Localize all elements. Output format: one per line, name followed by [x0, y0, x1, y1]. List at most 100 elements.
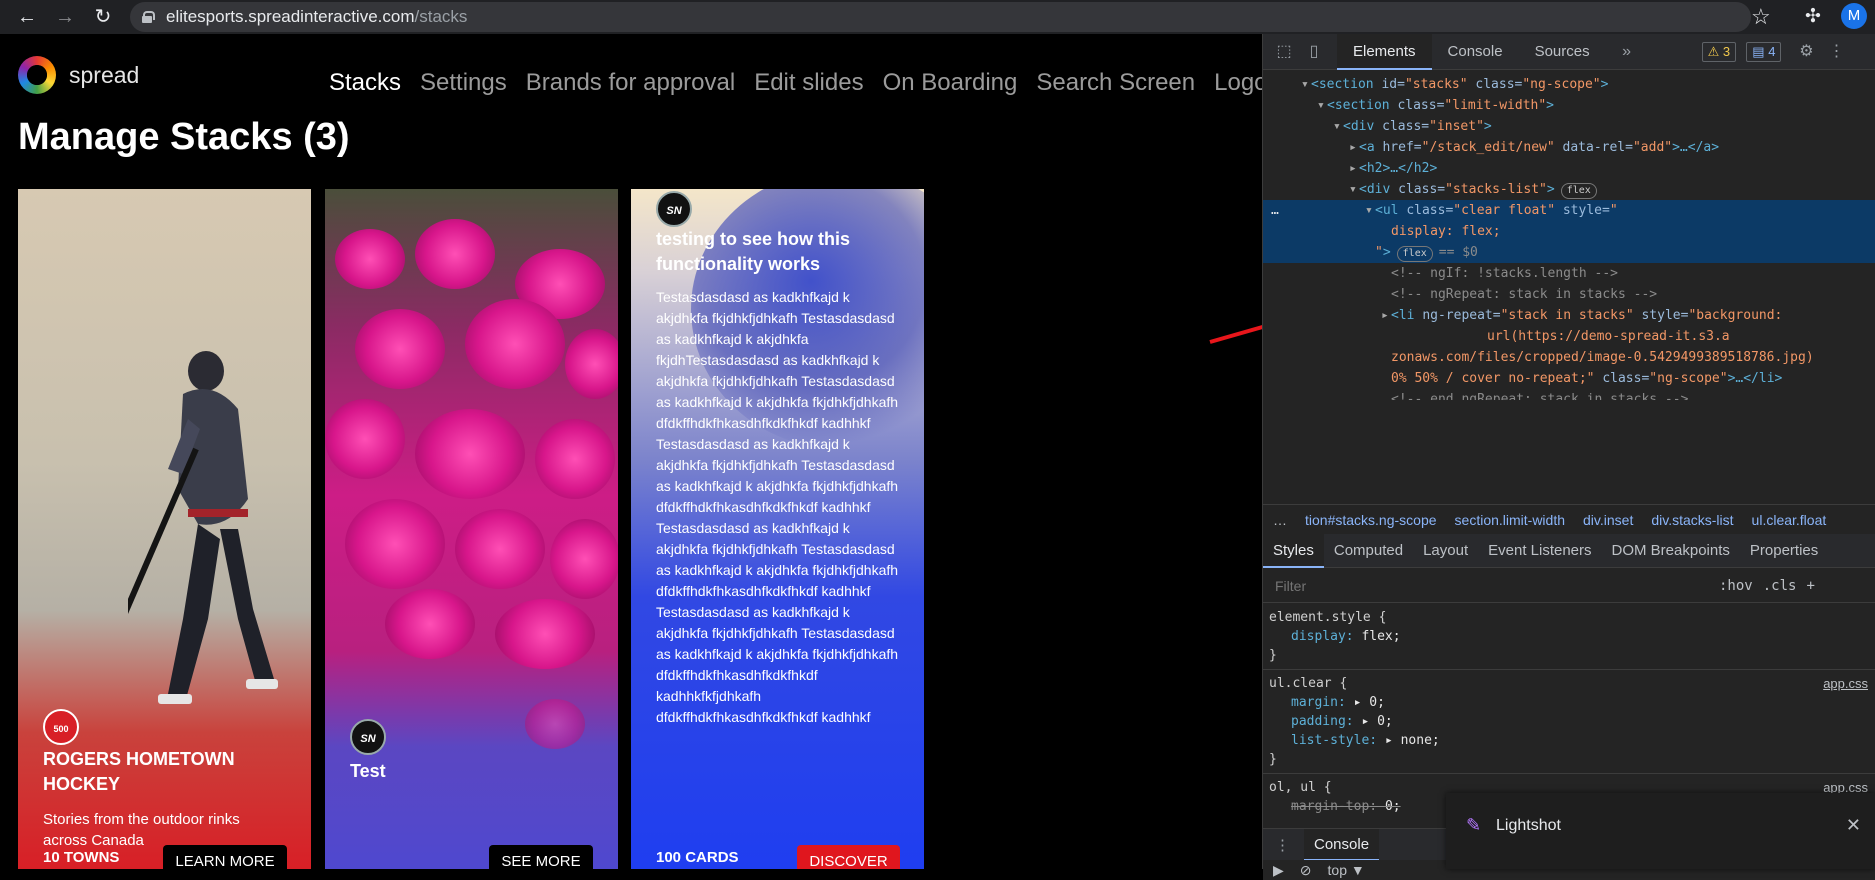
nav-stacks[interactable]: Stacks — [329, 69, 401, 97]
css-property-value[interactable]: ▸ 0; — [1361, 714, 1392, 729]
profile-avatar[interactable]: M — [1841, 3, 1867, 29]
dom-node-line[interactable]: <!-- end ngRepeat: stack in stacks --> — [1263, 389, 1875, 400]
dom-node-line[interactable]: zonaws.com/files/cropped/image-0.5429499… — [1263, 347, 1875, 368]
clear-console-icon[interactable]: ⊘ — [1300, 862, 1312, 879]
console-sidebar-icon[interactable]: ▶ — [1273, 862, 1284, 879]
tab-console[interactable]: Console — [1432, 34, 1519, 70]
lock-icon[interactable] — [142, 11, 155, 23]
learn-more-button[interactable]: LEARN MORE — [163, 845, 287, 869]
more-tabs-icon[interactable]: » — [1618, 43, 1636, 61]
tab-styles[interactable]: Styles — [1263, 533, 1324, 568]
dom-node-line[interactable]: "> flex == $0 — [1263, 242, 1875, 263]
star-icon[interactable]: ☆ — [1751, 4, 1771, 30]
expand-toggle-icon[interactable]: ▾ — [1365, 200, 1375, 221]
expand-toggle-icon[interactable]: ▾ — [1349, 179, 1359, 200]
inspect-element-icon[interactable]: ⬚ — [1275, 43, 1293, 61]
dom-node-line[interactable]: … ▾ <ul class="clear float" style=" — [1263, 200, 1875, 221]
tab-sources[interactable]: Sources — [1519, 34, 1606, 70]
discover-button[interactable]: DISCOVER — [797, 845, 900, 869]
drawer-menu-icon[interactable]: ⋮ — [1275, 836, 1290, 854]
node-actions-icon[interactable]: … — [1271, 200, 1279, 221]
nav-on-boarding[interactable]: On Boarding — [883, 69, 1018, 97]
dom-node-line[interactable]: ▸ <h2>…</h2> — [1263, 158, 1875, 179]
forward-icon[interactable]: → — [54, 6, 76, 28]
css-property[interactable]: list-style: ▸ none; — [1269, 731, 1870, 750]
nav-search-screen[interactable]: Search Screen — [1036, 69, 1195, 97]
styles-pane[interactable]: element.style {display: flex;} ul.clear {… — [1263, 604, 1875, 814]
css-source-link[interactable]: app.css — [1823, 674, 1868, 693]
nav-settings[interactable]: Settings — [420, 69, 507, 97]
extensions-icon[interactable]: ✣ — [1805, 5, 1821, 28]
css-property-value[interactable]: ▸ 0; — [1354, 695, 1385, 710]
dom-node-line[interactable]: ▸ <li ng-repeat="stack in stacks" style="… — [1263, 305, 1875, 326]
nav-edit-slides[interactable]: Edit slides — [754, 69, 863, 97]
new-rule-button[interactable]: + — [1806, 578, 1814, 594]
tab-layout[interactable]: Layout — [1413, 534, 1478, 568]
reload-icon[interactable]: ↻ — [92, 6, 114, 28]
dom-node-line[interactable]: display: flex; — [1263, 221, 1875, 242]
css-property-name[interactable]: margin — [1291, 695, 1338, 710]
nav-brands-for-approval[interactable]: Brands for approval — [526, 69, 735, 97]
back-icon[interactable]: ← — [16, 6, 38, 28]
css-property[interactable]: padding: ▸ 0; — [1269, 712, 1870, 731]
cls-toggle[interactable]: .cls — [1763, 578, 1797, 594]
settings-gear-icon[interactable]: ⚙ — [1797, 43, 1815, 61]
expand-toggle-icon[interactable]: ▸ — [1381, 305, 1391, 326]
breadcrumb-item[interactable]: div.inset — [1583, 512, 1633, 528]
tab-properties[interactable]: Properties — [1740, 534, 1828, 568]
address-bar[interactable]: elitesports.spreadinteractive.com/stacks — [130, 2, 1751, 32]
see-more-button[interactable]: SEE MORE — [489, 845, 593, 869]
css-property-name[interactable]: list-style — [1291, 733, 1369, 748]
css-property-name[interactable]: padding — [1291, 714, 1346, 729]
dom-node-line[interactable]: ▾ <section id="stacks" class="ng-scope"> — [1263, 74, 1875, 95]
css-property-name[interactable]: display — [1291, 629, 1346, 644]
css-property-name[interactable]: margin-top — [1291, 799, 1369, 814]
dom-tree[interactable]: ▾ <section id="stacks" class="ng-scope"> ▾… — [1263, 70, 1875, 400]
dom-node-line[interactable]: <!-- ngIf: !stacks.length --> — [1263, 263, 1875, 284]
css-selector[interactable]: ul.clear { — [1269, 674, 1870, 693]
dom-node-line[interactable]: ▸ <a href="/stack_edit/new" data-rel="add… — [1263, 137, 1875, 158]
dom-node-line[interactable]: ▾ <div class="inset"> — [1263, 116, 1875, 137]
console-context-select[interactable]: top ▼ — [1328, 862, 1365, 878]
tab-elements[interactable]: Elements — [1337, 33, 1432, 70]
warning-count[interactable]: ⚠ 3 — [1701, 41, 1737, 62]
css-property[interactable]: margin: ▸ 0; — [1269, 693, 1870, 712]
dom-node-line[interactable]: ▾ <div class="stacks-list"> flex — [1263, 179, 1875, 200]
device-toolbar-icon[interactable]: ▯ — [1305, 43, 1323, 61]
styles-filter-input[interactable] — [1269, 573, 1709, 598]
message-count[interactable]: ▤ 4 — [1746, 41, 1782, 62]
expand-toggle-icon[interactable]: ▾ — [1333, 116, 1343, 137]
expand-toggle-icon[interactable]: ▾ — [1301, 74, 1311, 95]
brand-name[interactable]: spread — [69, 62, 139, 89]
stack-card-test[interactable]: SN Test SEE MORE — [325, 189, 618, 869]
stack-card-rogers[interactable]: 500 ROGERS HOMETOWN HOCKEY Stories from … — [18, 189, 311, 869]
breadcrumb-item[interactable]: … — [1273, 512, 1287, 528]
flex-badge[interactable]: flex — [1560, 183, 1597, 199]
dom-node-line[interactable]: ▾ <section class="limit-width"> — [1263, 95, 1875, 116]
css-property-value[interactable]: flex; — [1361, 629, 1400, 644]
breadcrumb-item[interactable]: ul.clear.float — [1752, 512, 1827, 528]
close-icon[interactable]: ✕ — [1846, 815, 1861, 836]
css-property[interactable]: display: flex; — [1269, 627, 1870, 646]
expand-toggle-icon[interactable]: ▸ — [1349, 158, 1359, 179]
more-options-icon[interactable]: ⋮ — [1827, 43, 1845, 61]
stack-card-testing[interactable]: SN testing to see how this functionality… — [631, 189, 924, 869]
flex-badge[interactable]: flex — [1396, 246, 1433, 262]
tab-computed[interactable]: Computed — [1324, 534, 1413, 568]
expand-toggle-icon[interactable]: ▾ — [1317, 95, 1327, 116]
breadcrumb-item[interactable]: tion#stacks.ng-scope — [1305, 512, 1437, 528]
tab-event-listeners[interactable]: Event Listeners — [1478, 534, 1601, 568]
tab-dom-breakpoints[interactable]: DOM Breakpoints — [1602, 534, 1740, 568]
drawer-tab-console[interactable]: Console — [1304, 828, 1380, 861]
dom-node-line[interactable]: 0% 50% / cover no-repeat;" class="ng-sco… — [1263, 368, 1875, 389]
expand-toggle-icon[interactable]: ▸ — [1349, 137, 1359, 158]
css-rule[interactable]: ul.clear {app.css margin: ▸ 0; padding: ▸ … — [1263, 670, 1875, 774]
hov-toggle[interactable]: :hov — [1719, 578, 1753, 594]
issue-counters[interactable]: ⚠ 3 ▤ 4 — [1696, 41, 1782, 62]
dom-node-line[interactable]: <!-- ngRepeat: stack in stacks --> — [1263, 284, 1875, 305]
css-selector[interactable]: element.style { — [1269, 608, 1870, 627]
css-property-value[interactable]: 0; — [1385, 799, 1401, 814]
spread-logo-icon[interactable] — [18, 56, 56, 94]
breadcrumb-item[interactable]: section.limit-width — [1455, 512, 1565, 528]
breadcrumb-item[interactable]: div.stacks-list — [1651, 512, 1733, 528]
